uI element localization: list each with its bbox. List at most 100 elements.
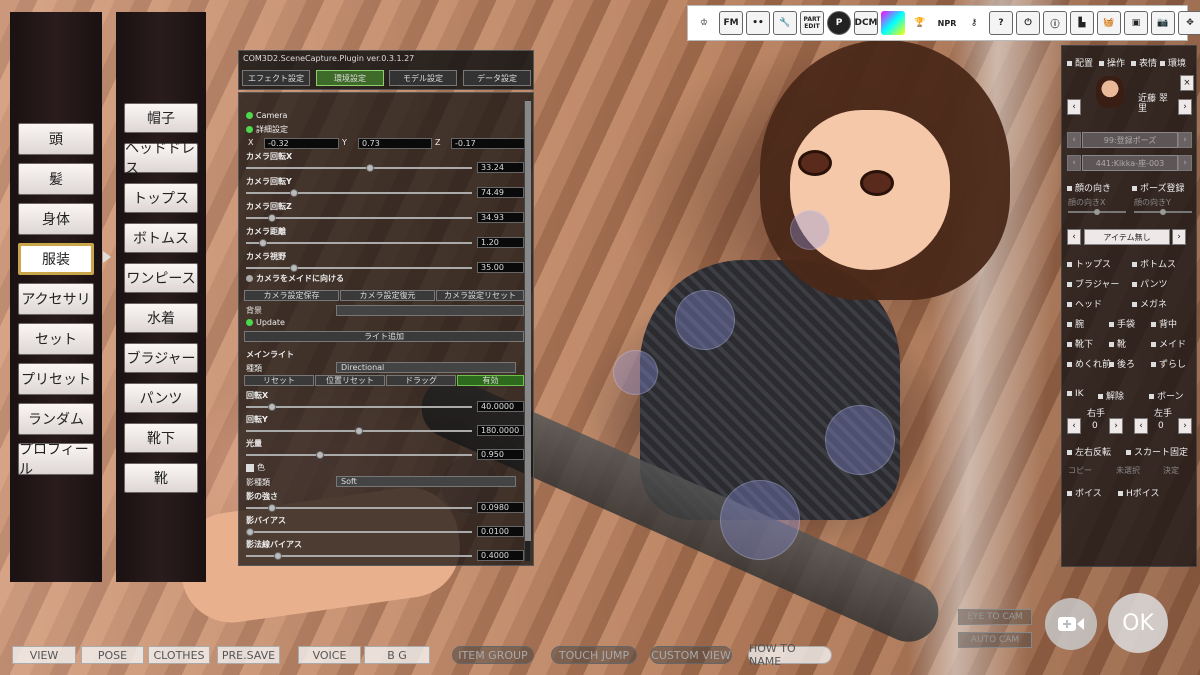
- bottom-bar-button[interactable]: CLOTHES: [148, 646, 210, 664]
- light-value-field[interactable]: 0.0100: [477, 526, 524, 537]
- light-enabled-button[interactable]: 有効: [457, 375, 524, 386]
- main-menu-item[interactable]: 頭: [18, 123, 94, 155]
- main-menu-item[interactable]: ランダム: [18, 403, 94, 435]
- camera-toggle[interactable]: Camera: [246, 111, 287, 120]
- right-hand-prev-button[interactable]: ‹: [1067, 418, 1081, 434]
- clothes-toggle[interactable]: ボトムス: [1132, 257, 1176, 270]
- light-value-field[interactable]: 0.4000: [477, 550, 524, 561]
- light-slider-track[interactable]: [246, 531, 472, 533]
- clothes-toggle[interactable]: 手袋: [1109, 317, 1135, 330]
- bottom-bar-button[interactable]: VOICE: [298, 646, 361, 664]
- copy-button[interactable]: コピー: [1068, 465, 1092, 476]
- clothes-toggle[interactable]: ヘッド: [1067, 297, 1102, 310]
- item-select[interactable]: アイテム無し: [1084, 229, 1170, 245]
- clothes-toggle[interactable]: パンツ: [1132, 277, 1167, 290]
- cam-slider-track[interactable]: [246, 267, 472, 269]
- chart-icon[interactable]: ▙: [1070, 11, 1094, 35]
- fm-icon[interactable]: FM: [719, 11, 743, 35]
- next-maid-button[interactable]: ›: [1178, 99, 1192, 115]
- p-icon[interactable]: P: [827, 11, 851, 35]
- voice-toggle[interactable]: ボイス: [1067, 486, 1102, 499]
- light-value-field[interactable]: 0.0980: [477, 502, 524, 513]
- clothes-toggle[interactable]: ブラジャー: [1067, 277, 1119, 290]
- left-hand-prev-button[interactable]: ‹: [1134, 418, 1148, 434]
- cam-value-field[interactable]: 33.24: [477, 162, 524, 173]
- light-slider-knob[interactable]: [274, 552, 283, 560]
- background-select[interactable]: [336, 305, 524, 316]
- sub-menu-item[interactable]: ブラジャー: [124, 343, 198, 373]
- light-drag-button[interactable]: ドラッグ: [386, 375, 456, 386]
- clothes-toggle[interactable]: めくれ前: [1067, 357, 1111, 370]
- main-menu-item[interactable]: 髪: [18, 163, 94, 195]
- touch-point[interactable]: [720, 480, 800, 560]
- face-icon[interactable]: ••: [746, 11, 770, 35]
- light-slider-knob[interactable]: [267, 504, 276, 512]
- trophy-icon[interactable]: 🏆: [908, 11, 932, 35]
- tab-effect-settings[interactable]: エフェクト設定: [242, 70, 310, 86]
- pos-y-field[interactable]: 0.73: [358, 138, 432, 149]
- save-camera-button[interactable]: カメラ設定保存: [244, 290, 339, 301]
- clothes-toggle[interactable]: メガネ: [1132, 297, 1167, 310]
- panel-scrollbar[interactable]: [524, 101, 531, 561]
- main-menu-item[interactable]: プロフィール: [18, 442, 94, 478]
- light-position-reset-button[interactable]: 位置リセット: [315, 375, 385, 386]
- sub-menu-item[interactable]: 靴下: [124, 423, 198, 453]
- clothes-toggle[interactable]: 靴: [1109, 337, 1126, 350]
- tab-model-settings[interactable]: モデル設定: [389, 70, 457, 86]
- tab-expression[interactable]: 表情: [1131, 56, 1157, 69]
- pose-group[interactable]: 99:登録ポーズ: [1082, 132, 1178, 148]
- prev-pose-button[interactable]: ‹: [1067, 155, 1081, 171]
- bottom-bar-button[interactable]: HOW TO NAME: [748, 642, 832, 668]
- bottom-bar-button[interactable]: B G: [364, 646, 430, 664]
- detail-settings-toggle[interactable]: 詳細設定: [246, 124, 288, 135]
- sub-menu-item[interactable]: 靴: [124, 463, 198, 493]
- light-slider-knob[interactable]: [246, 528, 254, 536]
- light-reset-button[interactable]: リセット: [244, 375, 314, 386]
- h-voice-toggle[interactable]: Hボイス: [1118, 486, 1160, 499]
- release-toggle[interactable]: 解除: [1098, 389, 1124, 402]
- light-value-field[interactable]: 0.950: [477, 449, 524, 460]
- prev-item-button[interactable]: ‹: [1067, 229, 1081, 245]
- main-menu-item[interactable]: 身体: [18, 203, 94, 235]
- mirror-toggle[interactable]: 左右反転: [1067, 445, 1111, 458]
- bottom-bar-button[interactable]: POSE: [81, 646, 144, 664]
- cam-slider-track[interactable]: [246, 167, 472, 169]
- light-kind-select[interactable]: Directional: [336, 362, 516, 373]
- next-pose-button[interactable]: ›: [1178, 155, 1192, 171]
- power-icon[interactable]: ⏻: [1016, 11, 1040, 35]
- wrench-icon[interactable]: 🔧: [773, 11, 797, 35]
- clothes-toggle[interactable]: 腕: [1067, 317, 1084, 330]
- save-icon[interactable]: ▣: [1124, 11, 1148, 35]
- light-slider-knob[interactable]: [355, 427, 363, 435]
- sub-menu-item[interactable]: 水着: [124, 303, 198, 333]
- touch-point[interactable]: [790, 210, 830, 250]
- tab-environment-settings[interactable]: 環境設定: [316, 70, 384, 86]
- prev-pose-group-button[interactable]: ‹: [1067, 132, 1081, 148]
- color-palette-icon[interactable]: [881, 11, 905, 35]
- light-slider-knob[interactable]: [315, 451, 324, 459]
- cam-value-field[interactable]: 35.00: [477, 262, 524, 273]
- cam-slider-track[interactable]: [246, 217, 472, 219]
- clothes-toggle[interactable]: 靴下: [1067, 337, 1093, 350]
- sub-menu-item[interactable]: ヘッドドレス: [124, 141, 198, 177]
- decide-button[interactable]: 決定: [1163, 465, 1179, 476]
- bone-toggle[interactable]: ボーン: [1149, 389, 1184, 402]
- touch-point[interactable]: [613, 350, 658, 395]
- clothes-toggle[interactable]: 背中: [1151, 317, 1177, 330]
- bottom-bar-button[interactable]: TOUCH JUMP: [551, 646, 637, 664]
- eye-to-cam-button[interactable]: EYE TO CAM: [958, 609, 1032, 625]
- sub-menu-item[interactable]: ボトムス: [124, 223, 198, 253]
- cam-slider-knob[interactable]: [259, 239, 268, 247]
- video-camera-icon[interactable]: [1045, 598, 1097, 650]
- cam-value-field[interactable]: 1.20: [477, 237, 524, 248]
- light-color-toggle[interactable]: 色: [246, 462, 265, 473]
- face-dir-y-knob[interactable]: [1160, 209, 1166, 215]
- ok-button[interactable]: OK: [1108, 593, 1168, 653]
- pos-x-field[interactable]: -0.32: [264, 138, 339, 149]
- restore-camera-button[interactable]: カメラ設定復元: [340, 290, 435, 301]
- light-value-field[interactable]: 180.0000: [477, 425, 524, 436]
- npr-icon[interactable]: NPR: [935, 11, 959, 35]
- maid-chat-icon[interactable]: ♔: [692, 11, 716, 35]
- main-menu-item[interactable]: プリセット: [18, 363, 94, 395]
- sub-menu-item[interactable]: パンツ: [124, 383, 198, 413]
